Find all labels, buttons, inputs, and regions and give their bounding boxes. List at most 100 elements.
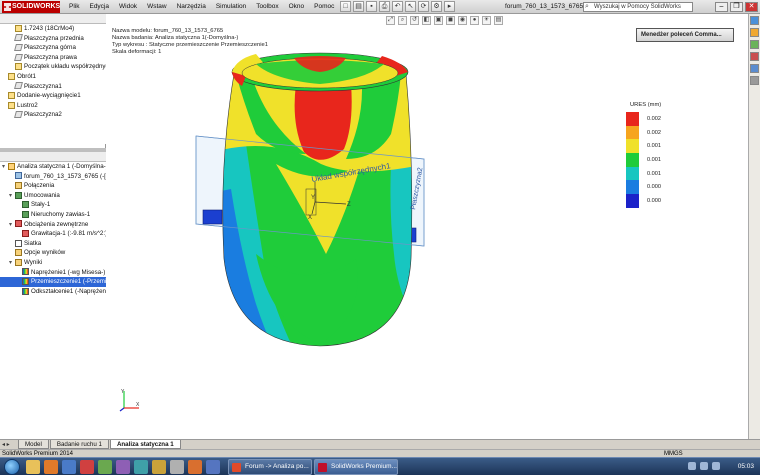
legend-swatch [626, 153, 639, 167]
menu-plik[interactable]: Plik [64, 0, 84, 14]
plane-icon [14, 82, 23, 90]
study-tree-item[interactable]: Połączenia [0, 181, 106, 191]
feature-tree-item[interactable]: Dodanie-wyciągnięcie1 [0, 91, 106, 101]
graphics-area[interactable]: ⤢ ⌕ ↺ ◧ ▣ ◼ ◉ ● ☀ ▤ Nazwa modelu: forum_… [106, 14, 748, 439]
study-tree-item[interactable]: Naprężenie1 (-wg Misesa-) [0, 268, 106, 278]
study-tree-item[interactable]: ▾ Umocowania [0, 191, 106, 201]
fea-model-render[interactable]: Y Z X Układ współrzędnych1 Płaszczyzna2 [106, 14, 748, 439]
tab-scroll-arrows[interactable]: ◂ ▸ [2, 441, 10, 448]
legend-rows: 0.002 0.002 0.001 0.001 0.001 0.000 0.000 [626, 112, 661, 208]
feature-tree-label: Płaszczyzna przednia [24, 34, 84, 42]
feature-tree-item[interactable]: Płaszczyzna prawa [0, 53, 106, 63]
tray-flag-icon[interactable] [712, 462, 720, 470]
study-tree-item[interactable]: Odkształcenie1 (-Naprężenie-) [0, 287, 106, 297]
task-pane-palette-icon[interactable] [750, 52, 759, 61]
menu-pomoc[interactable]: Pomoc [309, 0, 339, 14]
open-icon[interactable]: ▤ [353, 1, 364, 12]
tab-model[interactable]: Model [18, 440, 49, 449]
load-icon [15, 220, 22, 228]
taskbar-clock[interactable]: 05:03 [738, 458, 754, 475]
feature-tree-item[interactable]: Płaszczyzna1 [0, 82, 106, 92]
study-tree-item[interactable]: ▾ Analiza statyczna 1 (-Domyślna-) [0, 162, 106, 172]
feature-tree-item[interactable]: Płaszczyzna przednia [0, 34, 106, 44]
solidworks-logo[interactable]: SOLIDWORKS [2, 1, 60, 13]
title-bar: SOLIDWORKS Plik Edycja Widok Wstaw Narzę… [0, 0, 760, 14]
feature-tree-item[interactable]: Obrót1 [0, 72, 106, 82]
legend-swatch [626, 166, 639, 181]
feature-tree-list: 1.7243 (18CrMo4) Płaszczyzna przednia Płas… [0, 24, 106, 120]
study-tree-item[interactable]: ▾ Wyniki [0, 258, 106, 268]
study-tree-label: Obciążenia zewnętrzne [24, 220, 89, 228]
options-icon[interactable]: ⚙ [431, 1, 442, 12]
restore-button[interactable]: ❐ [730, 2, 743, 12]
hinge-pin-left[interactable] [202, 209, 223, 225]
menu-wstaw[interactable]: Wstaw [142, 0, 172, 14]
feature-tree-item[interactable]: Lustro2 [0, 101, 106, 111]
app-icon-1[interactable] [62, 460, 76, 474]
minimize-button[interactable]: – [715, 2, 728, 12]
app-icon-5[interactable] [134, 460, 148, 474]
select-icon[interactable]: ↖ [405, 1, 416, 12]
study-tree-label: Połączenia [24, 182, 55, 190]
menu-narzedzia[interactable]: Narzędzia [172, 0, 211, 14]
taskbar-item-forum[interactable]: Forum -> Analiza po... [228, 459, 312, 475]
tab-static-study[interactable]: Analiza statyczna 1 [109, 440, 181, 449]
study-tree-item[interactable]: ▾ Obciążenia zewnętrzne [0, 220, 106, 230]
rebuild-icon[interactable]: ⟳ [418, 1, 429, 12]
svg-text:X: X [136, 402, 140, 408]
result-plot-icon [22, 268, 29, 276]
tray-network-icon[interactable] [688, 462, 696, 470]
study-tree-label: Odkształcenie1 (-Naprężenie-) [31, 287, 106, 295]
feature-tree-item[interactable]: 1.7243 (18CrMo4) [0, 24, 106, 34]
study-tree-item[interactable]: Opcje wyników [0, 248, 106, 258]
app-icon-6[interactable] [152, 460, 166, 474]
study-tree-item[interactable]: Nieruchomy zawias-1 [0, 210, 106, 220]
app-icon-9[interactable] [206, 460, 220, 474]
plane-icon [14, 111, 23, 119]
app-icon-8[interactable] [188, 460, 202, 474]
tab-motion-study[interactable]: Badanie ruchu 1 [49, 440, 109, 449]
app-icon-7[interactable] [170, 460, 184, 474]
study-tree-item[interactable]: Grawitacja-1 (:-9.81 m/s^2:) [0, 229, 106, 239]
task-pane-appearance-icon[interactable] [750, 64, 759, 73]
material-icon [15, 24, 22, 32]
close-button[interactable]: ✕ [745, 2, 758, 12]
feature-tree-item[interactable]: Płaszczyzna górna [0, 43, 106, 53]
app-icon-3[interactable] [98, 460, 112, 474]
taskbar-item-solidworks[interactable]: SolidWorks Premium... [314, 459, 398, 475]
menu-widok[interactable]: Widok [114, 0, 142, 14]
print-icon[interactable]: ⎙ [379, 1, 390, 12]
study-tree-header [0, 152, 106, 162]
status-bar: SolidWorks Premium 2014 MMGS [0, 449, 760, 457]
arrow-icon[interactable]: ▸ [444, 1, 455, 12]
taskbar-item-forum-label: Forum -> Analiza po... [245, 463, 309, 470]
task-pane-custom-icon[interactable] [750, 76, 759, 85]
task-pane-explorer-icon[interactable] [750, 40, 759, 49]
start-button[interactable] [4, 459, 20, 475]
study-tree-label: Analiza statyczna 1 (-Domyślna-) [17, 163, 106, 170]
ures-legend: URES (mm) 0.002 0.002 0.001 0.001 0.001 0.000… [626, 102, 661, 208]
menu-simulation[interactable]: Simulation [211, 0, 251, 14]
explorer-icon[interactable] [26, 460, 40, 474]
new-document-icon[interactable]: □ [340, 1, 351, 12]
media-player-icon[interactable] [44, 460, 58, 474]
study-tree-item[interactable]: Siatka [0, 239, 106, 249]
app-icon-2[interactable] [80, 460, 94, 474]
menu-toolbox[interactable]: Toolbox [251, 0, 283, 14]
help-search-input[interactable]: ⌕ Wyszukaj w Pomocy SolidWorks [583, 2, 693, 12]
feature-tree-item[interactable]: Płaszczyzna2 [0, 110, 106, 120]
undo-icon[interactable]: ↶ [392, 1, 403, 12]
menu-edycja[interactable]: Edycja [84, 0, 114, 14]
feature-tree-item[interactable]: Początek układu współrzędnych [0, 62, 106, 72]
task-pane-home-icon[interactable] [750, 16, 759, 25]
part-icon [15, 172, 22, 180]
study-tree-item[interactable]: Stały-1 [0, 200, 106, 210]
app-icon-4[interactable] [116, 460, 130, 474]
view-triad[interactable]: Y X [118, 388, 142, 412]
tray-volume-icon[interactable] [700, 462, 708, 470]
study-tree-item[interactable]: Przemieszczenie1 (-Przemieszczenie-) [0, 277, 106, 287]
menu-okno[interactable]: Okno [284, 0, 310, 14]
save-icon[interactable]: ▪ [366, 1, 377, 12]
task-pane-library-icon[interactable] [750, 28, 759, 37]
study-tree-item[interactable]: forum_760_13_1573_6765 (-[SW] [0, 172, 106, 182]
